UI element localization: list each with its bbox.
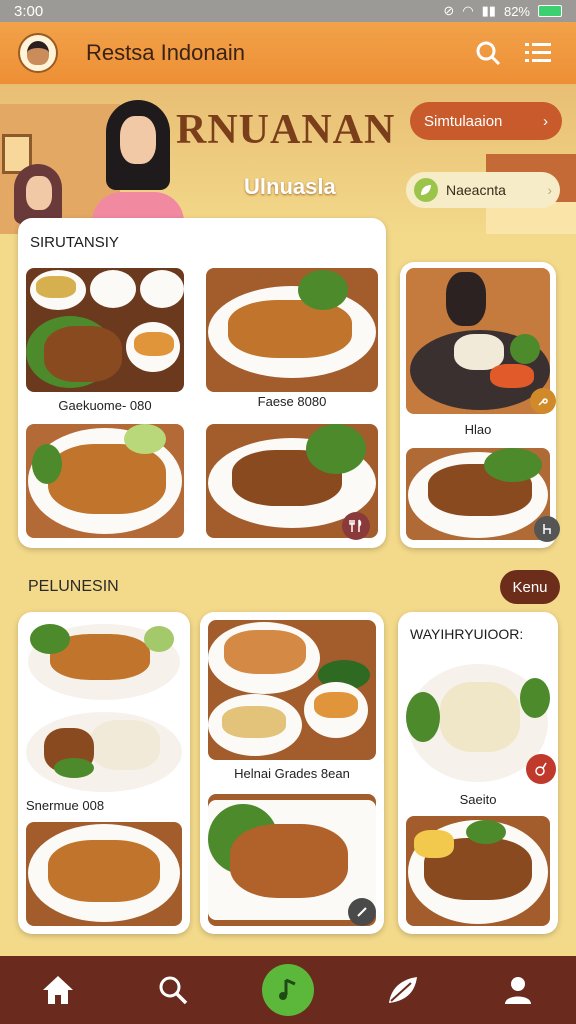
app-title: Restsa Indonain <box>86 40 245 65</box>
favorite-badge[interactable] <box>534 516 560 542</box>
nav-music[interactable] <box>261 964 314 1016</box>
search-button[interactable] <box>468 33 508 73</box>
chevron-right-icon: › <box>547 182 552 198</box>
dish-image[interactable] <box>26 620 182 704</box>
dish-image[interactable] <box>406 268 550 414</box>
dish-image[interactable] <box>26 424 184 538</box>
dish-card: Snermue 008 <box>18 612 190 934</box>
dish-card: WAYIHRYUIOOR: Saeito <box>398 612 558 934</box>
signal-icon: ▮▮ <box>481 3 496 18</box>
search-icon <box>159 976 188 1005</box>
cutlery-icon <box>349 519 362 532</box>
primary-action-button[interactable]: Simtulaaion › <box>410 102 562 140</box>
dish-card: Helnai Grades 8ean <box>200 612 384 934</box>
chevron-right-icon: › <box>543 112 548 130</box>
favorite-badge[interactable] <box>530 388 556 414</box>
battery-percent: 82% <box>503 3 530 19</box>
dish-image[interactable] <box>26 822 182 926</box>
secondary-action-button[interactable]: Naeacnta › <box>406 172 560 208</box>
nav-profile[interactable] <box>492 964 544 1016</box>
dish-image[interactable] <box>206 268 378 392</box>
hero-banner: RNUANAN Ulnuasla Simtulaaion › Naeacnta … <box>0 84 576 234</box>
favorite-badge[interactable] <box>348 898 376 926</box>
battery-icon <box>538 5 562 17</box>
dish-image[interactable] <box>208 620 376 760</box>
hero-title: RNUANAN <box>176 107 396 153</box>
status-icons: ⊘ ◠ ▮▮ 82% <box>443 3 562 19</box>
secondary-action-label: Naeacnta <box>446 182 506 198</box>
dish-label: Hlao <box>464 422 492 437</box>
profile-icon <box>505 977 532 1004</box>
leaf-icon <box>414 178 438 202</box>
app-bar: Restsa Indonain <box>0 22 576 84</box>
status-time: 3:00 <box>14 2 44 20</box>
dish-label: Saeito <box>459 792 497 807</box>
nav-leaf[interactable] <box>377 964 429 1016</box>
mute-icon: ⊘ <box>443 3 455 18</box>
menu-icon <box>525 43 551 62</box>
primary-action-label: Simtulaaion <box>424 112 503 130</box>
ladle-icon <box>535 762 547 776</box>
dish-card-side: Hlao <box>400 262 560 548</box>
home-icon <box>42 976 73 1004</box>
hero-subtitle: Ulnuasla <box>244 174 336 199</box>
dish-label: Faese 8080 <box>257 394 327 409</box>
section-title: WAYIHRYUIOOR: <box>410 626 524 642</box>
status-bar: 3:00 ⊘ ◠ ▮▮ 82% <box>0 0 576 22</box>
dish-image[interactable] <box>406 816 550 926</box>
menu-button[interactable] <box>518 33 558 73</box>
chair-icon <box>543 524 551 534</box>
nav-home[interactable] <box>32 964 84 1016</box>
hero-person-1 <box>92 100 184 234</box>
dish-image[interactable] <box>26 268 184 392</box>
knife-icon <box>357 907 367 917</box>
dish-label: Helnai Grades 8ean <box>234 766 350 781</box>
wifi-icon: ◠ <box>462 3 474 18</box>
section-title: PELUNESIN <box>28 578 119 595</box>
dish-label: Gaekuome- 080 <box>58 398 152 413</box>
dish-card-main: SIRUTANSIY Gaekuome- 080 Faese 8080 <box>18 218 386 548</box>
bottom-nav <box>0 956 576 1024</box>
dish-image[interactable] <box>26 708 182 792</box>
spoon-icon <box>538 398 548 406</box>
dish-image[interactable] <box>406 448 550 540</box>
chef-logo-icon[interactable] <box>18 33 58 73</box>
music-icon <box>278 978 296 1000</box>
kenu-button[interactable]: Kenu <box>500 570 560 604</box>
section-title: SIRUTANSIY <box>30 234 119 251</box>
search-icon <box>476 41 501 66</box>
favorite-badge[interactable] <box>526 754 556 784</box>
dish-label: Snermue 008 <box>26 798 105 813</box>
nav-search[interactable] <box>147 964 199 1016</box>
leaf-icon <box>389 977 418 1003</box>
favorite-badge[interactable] <box>342 512 370 540</box>
